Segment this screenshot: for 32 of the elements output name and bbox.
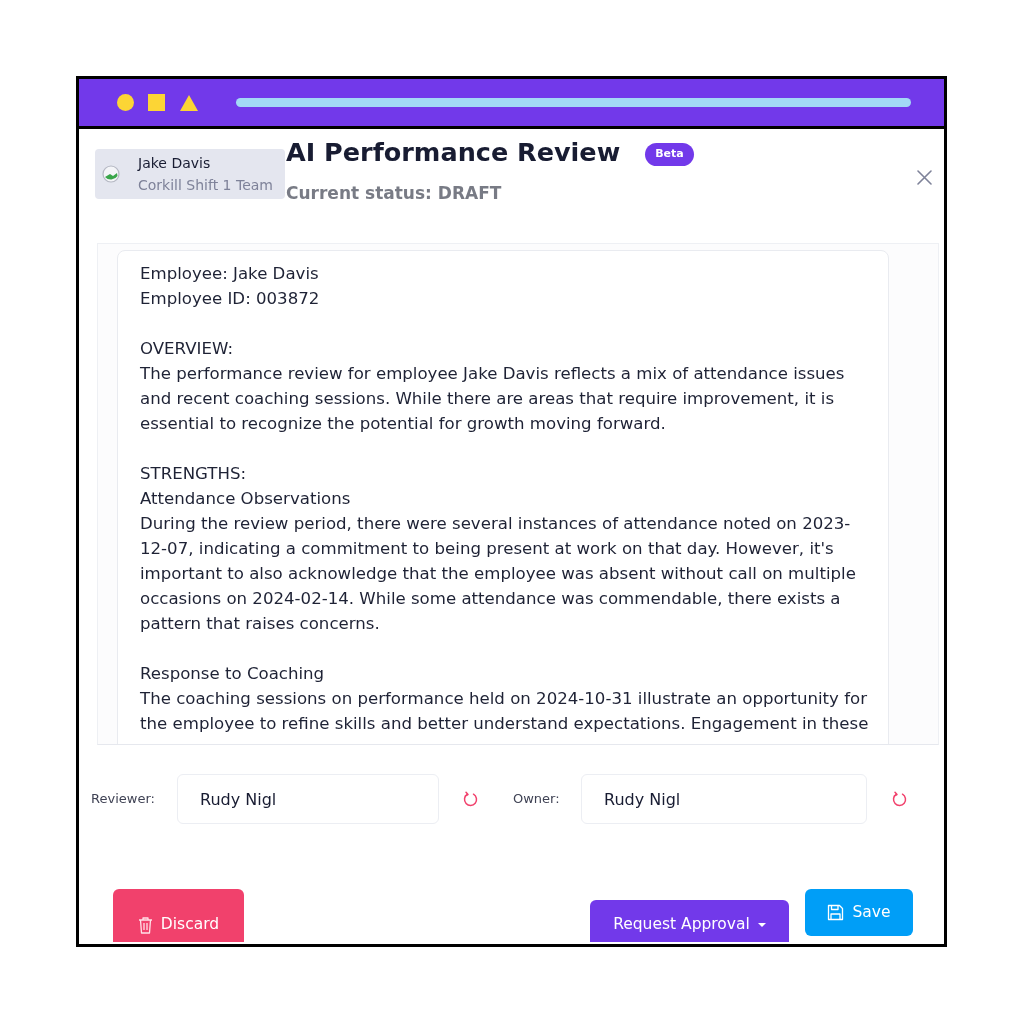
beta-badge: Beta bbox=[645, 142, 694, 166]
review-text: Employee: Jake Davis bbox=[140, 263, 320, 285]
field-label: Reviewer: bbox=[91, 790, 156, 809]
review-text: The coaching sessions on performance held on 2024-10-31 illustrate an opportunity for the employee to refine skills and better understand expectations. Engagement in these bbox=[140, 688, 870, 735]
floppy-disk-icon bbox=[827, 904, 845, 921]
name-field[interactable]: Rudy Nigl bbox=[581, 774, 867, 824]
triangle-icon bbox=[180, 94, 198, 111]
review-text: STRENGTHS: bbox=[140, 463, 248, 485]
review-text: Attendance Observations bbox=[140, 488, 352, 510]
close-button[interactable] bbox=[914, 167, 934, 187]
review-text: Response to Coaching bbox=[140, 663, 326, 685]
field-label: Owner: bbox=[513, 790, 561, 809]
status-text: Current status: DRAFT bbox=[286, 182, 503, 205]
avatar-icon bbox=[102, 165, 120, 183]
discard-button[interactable]: Discard bbox=[113, 889, 244, 942]
review-text: Employee ID: 003872 bbox=[140, 288, 321, 310]
page-title: AI Performance Review bbox=[286, 136, 621, 169]
refresh-icon[interactable] bbox=[892, 791, 907, 807]
request-approval-button[interactable]: Request Approval bbox=[590, 900, 789, 942]
square-icon bbox=[148, 94, 165, 111]
team-name: Corkill Shift 1 Team bbox=[138, 176, 273, 195]
refresh-icon[interactable] bbox=[463, 791, 478, 807]
close-icon bbox=[916, 169, 932, 185]
caret-icon bbox=[757, 922, 766, 927]
name-field[interactable]: Rudy Nigl bbox=[177, 774, 439, 824]
review-text: During the review period, there were several instances of attendance noted on 2023-12-07, indicating a commitment to being present at work on that day. However, it's important to also acknowledge that the employee was absent without call on multiple occasions on 2024-02-14. While some attendance was commendable, there exists a pattern that raises concerns. bbox=[140, 513, 857, 635]
trash-icon bbox=[137, 915, 153, 934]
circle-icon bbox=[117, 94, 134, 111]
employee-name: Jake Davis bbox=[138, 154, 212, 173]
review-text: The performance review for employee Jake Davis reflects a mix of attendance issues and recent coaching sessions. While there are areas that require improvement, it is essential to recognize the potential for growth moving forward. bbox=[140, 363, 846, 435]
employee-chip[interactable]: Jake Davis Corkill Shift 1 Team bbox=[95, 149, 285, 199]
review-text: OVERVIEW: bbox=[140, 338, 234, 360]
